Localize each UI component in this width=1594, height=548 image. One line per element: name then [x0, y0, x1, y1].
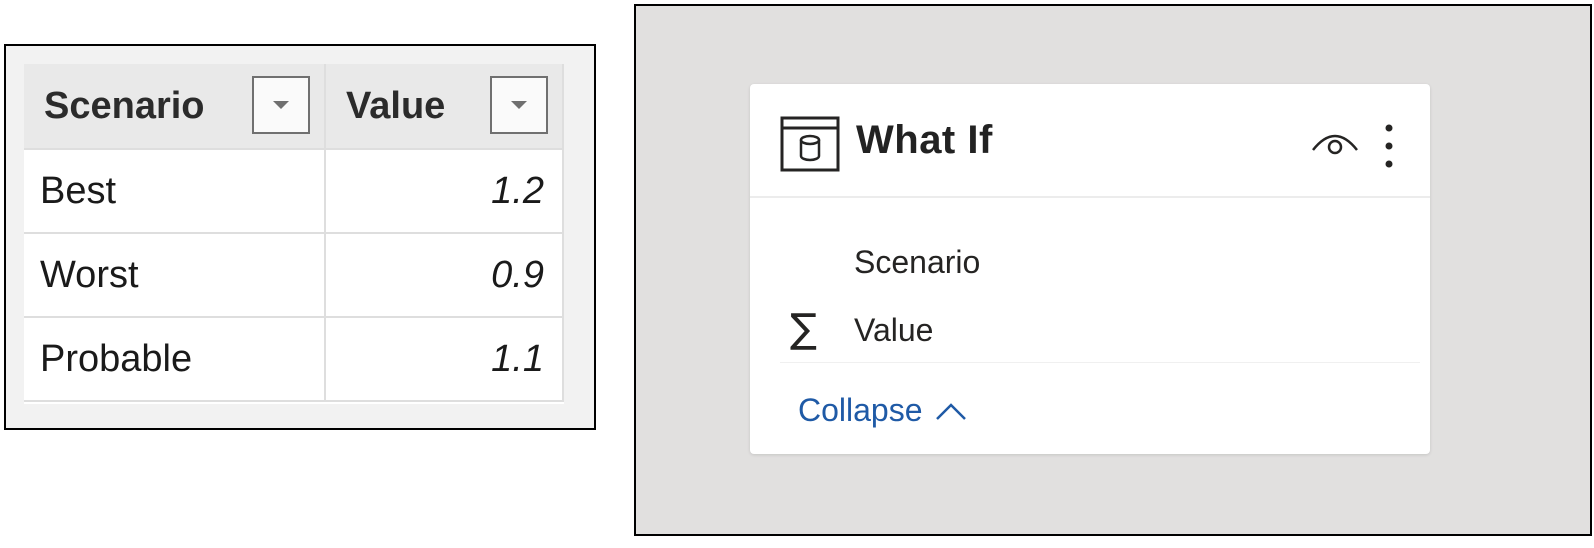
table-cell-scenario[interactable]: Best — [24, 150, 326, 234]
table-cell-scenario[interactable]: Worst — [24, 234, 326, 318]
collapse-label: Collapse — [798, 392, 923, 428]
sigma-icon: ∑ — [790, 306, 817, 352]
scenario-filter-button[interactable] — [252, 76, 310, 134]
divider — [780, 362, 1420, 363]
fields-pane-frame: What If Scenario ∑ Value Collapse — [634, 4, 1592, 536]
more-options-icon[interactable] — [1382, 122, 1396, 170]
card-header[interactable]: What If — [750, 84, 1430, 198]
table-icon — [780, 116, 840, 172]
scenario-table: Scenario Value Best 1.2 Worst 0.9 Probab… — [24, 64, 564, 404]
header-value-label: Value — [346, 84, 446, 127]
table-cell-value[interactable]: 1.1 — [326, 318, 564, 402]
dropdown-arrow-icon — [273, 101, 289, 109]
screenshot-root: Scenario Value Best 1.2 Worst 0.9 Probab… — [0, 0, 1594, 548]
chevron-up-icon — [935, 402, 966, 420]
field-label: Scenario — [854, 244, 981, 280]
collapse-button[interactable]: Collapse — [798, 392, 967, 429]
dropdown-arrow-icon — [511, 101, 527, 109]
field-item-value[interactable]: ∑ Value — [750, 302, 1430, 360]
excel-table-frame: Scenario Value Best 1.2 Worst 0.9 Probab… — [4, 44, 596, 430]
table-title: What If — [856, 118, 993, 162]
header-value: Value — [326, 64, 564, 150]
value-filter-button[interactable] — [490, 76, 548, 134]
eye-icon[interactable] — [1310, 128, 1360, 158]
table-cell-scenario[interactable]: Probable — [24, 318, 326, 402]
header-scenario-label: Scenario — [44, 84, 205, 127]
table-cell-value[interactable]: 0.9 — [326, 234, 564, 318]
what-if-table-card: What If Scenario ∑ Value Collapse — [750, 84, 1430, 454]
field-item-scenario[interactable]: Scenario — [750, 234, 1430, 292]
table-cell-value[interactable]: 1.2 — [326, 150, 564, 234]
header-scenario: Scenario — [24, 64, 326, 150]
field-label: Value — [854, 312, 934, 348]
